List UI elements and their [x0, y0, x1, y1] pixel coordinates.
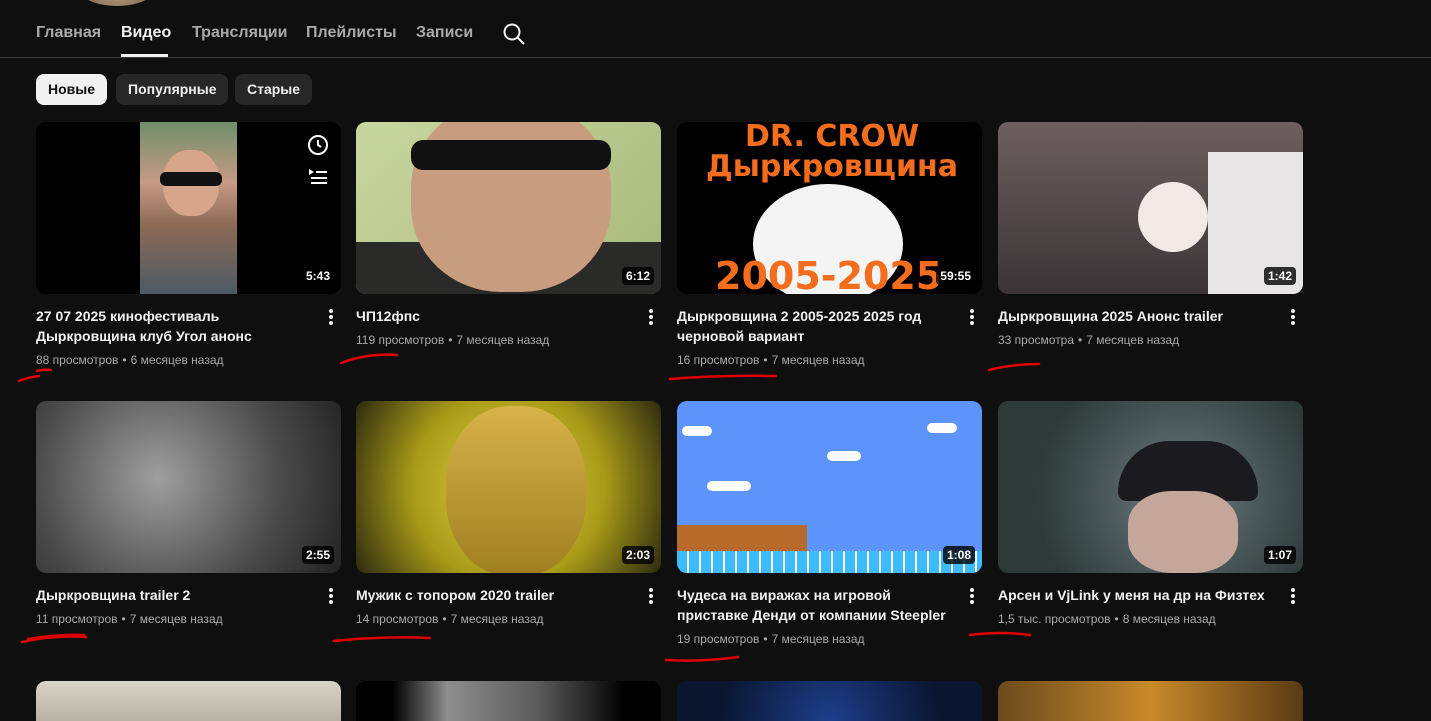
- tab-home[interactable]: Главная: [36, 24, 101, 42]
- more-vert-icon[interactable]: [643, 308, 659, 328]
- thumbnail-years-text: 2005-2025: [715, 254, 943, 294]
- chip-newest[interactable]: Новые: [36, 74, 108, 105]
- video-thumbnail[interactable]: [677, 681, 982, 721]
- more-vert-icon[interactable]: [323, 308, 339, 328]
- duration-badge: 2:03: [621, 546, 654, 564]
- video-card[interactable]: 5:43 27 07 2025 кинофестиваль Дыркровщин…: [36, 122, 341, 367]
- video-card[interactable]: 1:08 Чудеса на виражах на игровой приста…: [677, 401, 982, 646]
- video-meta: 33 просмотра • 7 месяцев назад: [998, 333, 1180, 347]
- upload-age: 7 месяцев назад: [771, 353, 865, 367]
- more-vert-icon[interactable]: [1285, 308, 1301, 328]
- video-meta: 119 просмотров • 7 месяцев назад: [356, 333, 550, 347]
- duration-badge: 59:55: [936, 267, 975, 285]
- view-count: 119 просмотров: [356, 333, 445, 347]
- video-card[interactable]: 1:42 Дыркровщина 2025 Анонс trailer 33 п…: [998, 122, 1303, 347]
- queue-icon[interactable]: [306, 164, 330, 188]
- upload-age: 7 месяцев назад: [129, 612, 223, 626]
- view-count: 33 просмотра: [998, 333, 1075, 347]
- more-vert-icon[interactable]: [964, 587, 980, 607]
- duration-badge: 1:42: [1263, 267, 1296, 285]
- tab-posts[interactable]: Записи: [416, 24, 473, 42]
- red-underline-annotation: [668, 374, 778, 381]
- more-vert-icon[interactable]: [323, 587, 339, 607]
- red-underline-annotation: [968, 631, 1032, 637]
- duration-badge: 1:07: [1263, 546, 1296, 564]
- red-underline-annotation: [664, 655, 740, 662]
- view-count: 1,5 тыс. просмотров: [998, 612, 1111, 626]
- video-meta: 11 просмотров • 7 месяцев назад: [36, 612, 223, 626]
- video-title[interactable]: Чудеса на виражах на игровой приставке Д…: [677, 585, 957, 625]
- red-underline-annotation: [987, 362, 1041, 372]
- upload-age: 7 месяцев назад: [1086, 333, 1180, 347]
- view-count: 14 просмотров: [356, 612, 439, 626]
- video-thumbnail[interactable]: 2:55: [36, 401, 341, 573]
- upload-age: 8 месяцев назад: [1122, 612, 1216, 626]
- search-icon[interactable]: [502, 22, 526, 46]
- clock-icon[interactable]: [306, 133, 330, 157]
- more-vert-icon[interactable]: [964, 308, 980, 328]
- red-underline-annotation: [17, 368, 53, 383]
- duration-badge: 2:55: [301, 546, 334, 564]
- upload-age: 7 месяцев назад: [771, 632, 865, 646]
- duration-badge: 5:43: [301, 267, 334, 285]
- video-thumbnail[interactable]: 2:03: [356, 401, 661, 573]
- view-count: 19 просмотров: [677, 632, 760, 646]
- video-meta: 16 просмотров • 7 месяцев назад: [677, 353, 865, 367]
- red-underline-annotation: [20, 633, 88, 644]
- chip-popular[interactable]: Популярные: [116, 74, 229, 105]
- duration-badge: 6:12: [621, 267, 654, 285]
- upload-age: 7 месяцев назад: [456, 333, 550, 347]
- red-underline-annotation: [339, 353, 399, 365]
- video-thumbnail[interactable]: 1:07: [998, 401, 1303, 573]
- upload-age: 7 месяцев назад: [450, 612, 544, 626]
- view-count: 16 просмотров: [677, 353, 760, 367]
- chip-oldest[interactable]: Старые: [235, 74, 313, 105]
- video-thumbnail[interactable]: [356, 681, 661, 721]
- video-card[interactable]: 2:03 Мужик с топором 2020 trailer 14 про…: [356, 401, 661, 626]
- video-thumbnail[interactable]: 5:43: [36, 122, 341, 294]
- video-meta: 19 просмотров • 7 месяцев назад: [677, 632, 865, 646]
- video-title[interactable]: Мужик с топором 2020 trailer: [356, 585, 636, 605]
- video-card[interactable]: 2:55 Дыркровщина trailer 2 11 просмотров…: [36, 401, 341, 626]
- tab-videos[interactable]: Видео: [121, 24, 171, 42]
- more-vert-icon[interactable]: [1285, 587, 1301, 607]
- video-title[interactable]: Арсен и VjLink у меня на др на Физтех: [998, 585, 1278, 605]
- video-thumbnail[interactable]: 1:08: [677, 401, 982, 573]
- video-thumbnail[interactable]: 1:42: [998, 122, 1303, 294]
- duration-badge: 1:08: [942, 546, 975, 564]
- video-title[interactable]: ЧП12фпс: [356, 306, 636, 326]
- video-thumbnail[interactable]: [36, 681, 341, 721]
- video-thumbnail[interactable]: [998, 681, 1303, 721]
- red-underline-annotation: [332, 636, 432, 643]
- view-count: 11 просмотров: [36, 612, 118, 626]
- video-card[interactable]: DR. CROW Дыркровщина 2005-2025 59:55 Дырк…: [677, 122, 982, 367]
- video-meta: 88 просмотров • 6 месяцев назад: [36, 353, 224, 367]
- video-card[interactable]: 1:07 Арсен и VjLink у меня на др на Физт…: [998, 401, 1303, 626]
- view-count: 88 просмотров: [36, 353, 119, 367]
- video-meta: 14 просмотров • 7 месяцев назад: [356, 612, 544, 626]
- video-title[interactable]: Дыркровщина 2025 Анонс trailer: [998, 306, 1278, 326]
- video-card[interactable]: 6:12 ЧП12фпс 119 просмотров • 7 месяцев на…: [356, 122, 661, 347]
- more-vert-icon[interactable]: [643, 587, 659, 607]
- video-title[interactable]: Дыркровщина 2 2005-2025 2025 год черново…: [677, 306, 957, 346]
- channel-tabs: Главная Видео Трансляции Плейлисты Запис…: [0, 0, 1431, 58]
- thumbnail-logo-text: DR. CROW Дыркровщина: [706, 122, 958, 184]
- upload-age: 6 месяцев назад: [130, 353, 224, 367]
- video-title[interactable]: Дыркровщина trailer 2: [36, 585, 316, 605]
- video-thumbnail[interactable]: DR. CROW Дыркровщина 2005-2025 59:55: [677, 122, 982, 294]
- active-tab-indicator: [121, 54, 168, 57]
- tab-live[interactable]: Трансляции: [192, 24, 287, 42]
- video-thumbnail[interactable]: 6:12: [356, 122, 661, 294]
- video-title[interactable]: 27 07 2025 кинофестиваль Дыркровщина клу…: [36, 306, 316, 346]
- video-meta: 1,5 тыс. просмотров • 8 месяцев назад: [998, 612, 1216, 626]
- tab-playlists[interactable]: Плейлисты: [306, 24, 397, 42]
